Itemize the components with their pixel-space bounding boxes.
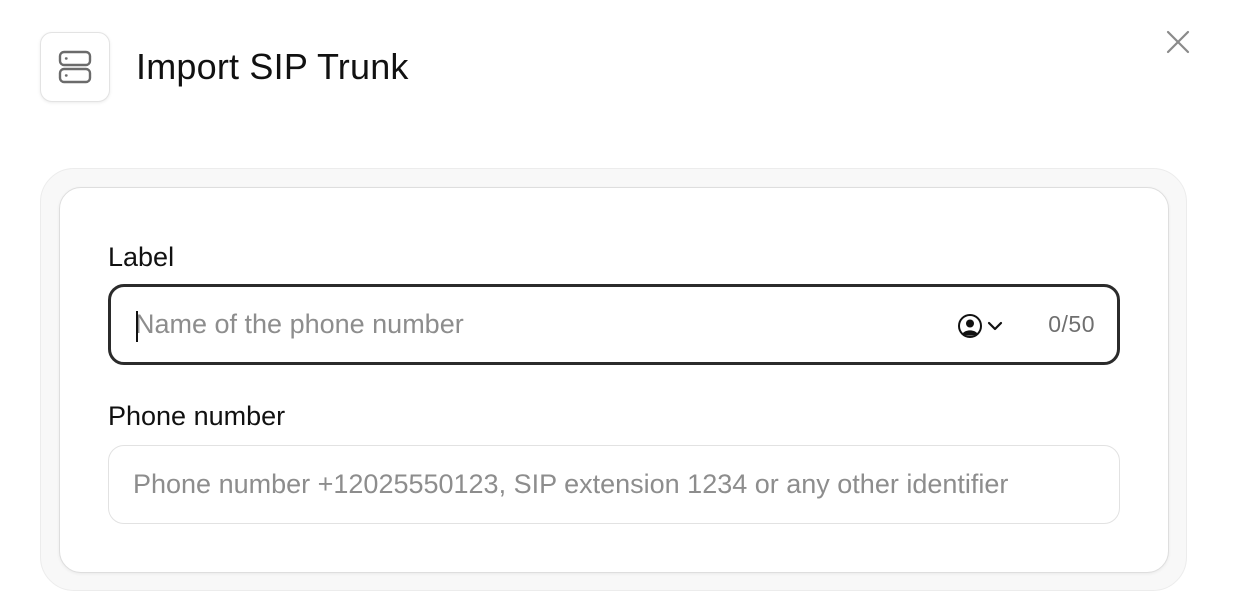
form-panel: Label 0/50 Phone number <box>40 168 1187 591</box>
phone-number-input-container <box>108 445 1120 524</box>
text-cursor <box>136 311 138 342</box>
form-card: Label 0/50 Phone number <box>59 187 1169 573</box>
close-button[interactable] <box>1160 24 1196 60</box>
chevron-down-icon <box>987 321 1003 331</box>
character-counter: 0/50 <box>1048 311 1095 337</box>
phone-number-input[interactable] <box>133 446 1093 523</box>
label-field-label: Label <box>108 242 175 272</box>
dialog-title: Import SIP Trunk <box>136 46 409 87</box>
user-circle-icon <box>958 314 982 338</box>
close-icon <box>1166 30 1190 54</box>
phone-number-field-label: Phone number <box>108 401 286 431</box>
server-icon <box>40 32 110 102</box>
variable-picker-button[interactable] <box>957 311 1004 341</box>
label-input[interactable] <box>135 287 935 362</box>
import-sip-trunk-dialog: Import SIP Trunk Label Name of the phone… <box>0 0 1236 606</box>
label-input-container: 0/50 <box>108 284 1120 365</box>
